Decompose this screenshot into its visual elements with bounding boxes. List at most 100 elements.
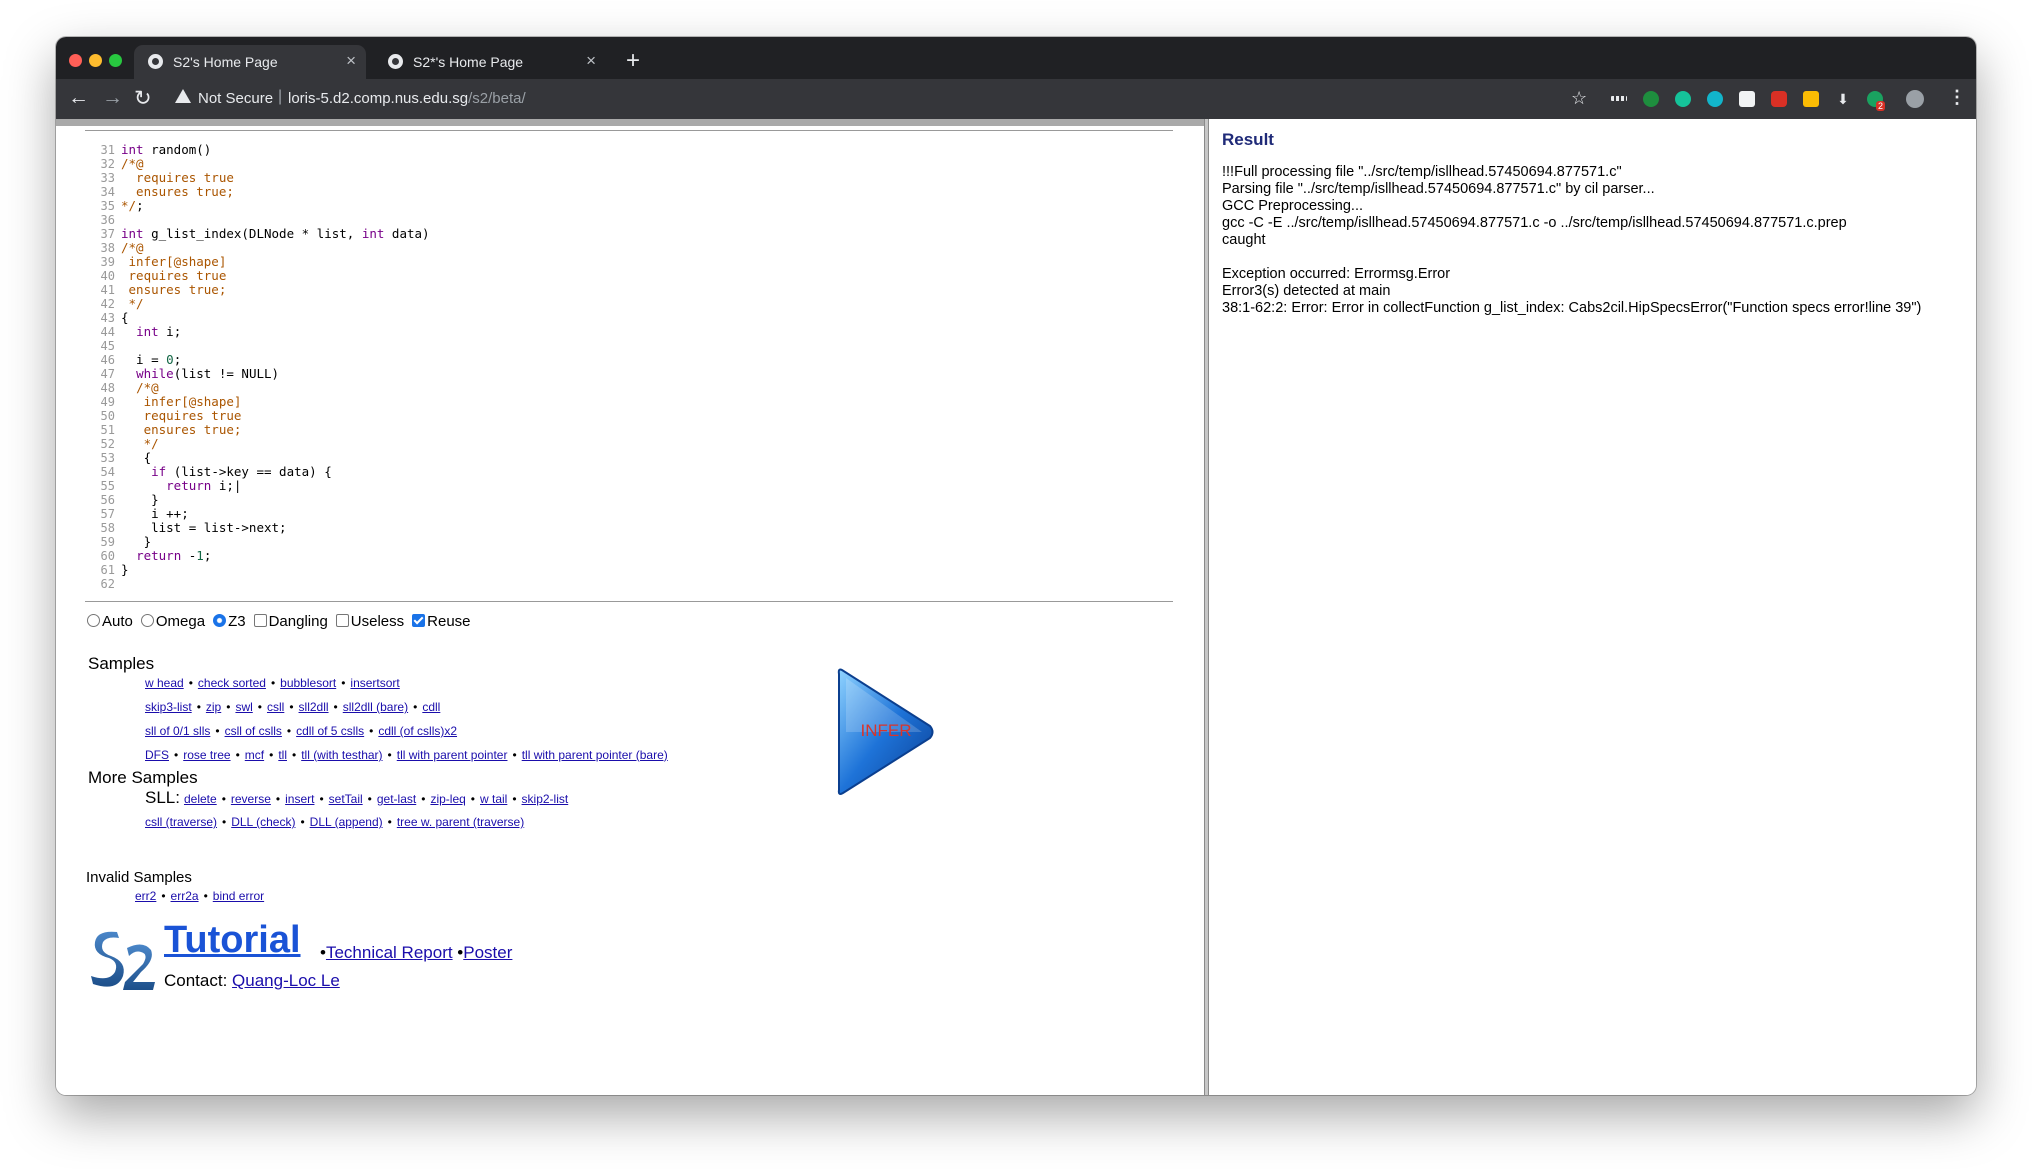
sample-link[interactable]: DLL (check) (231, 815, 295, 829)
sample-link[interactable]: insert (285, 792, 314, 806)
sample-link[interactable]: skip3-list (145, 700, 192, 714)
checkbox-useless[interactable] (335, 614, 349, 627)
sample-link[interactable]: tll with parent pointer (bare) (522, 748, 668, 762)
sample-link[interactable]: tll with parent pointer (397, 748, 508, 762)
bullet-separator: • (221, 792, 226, 806)
sample-link[interactable]: csll (traverse) (145, 815, 217, 829)
contact-name-link[interactable]: Quang-Loc Le (232, 971, 340, 990)
sample-link[interactable]: w tail (480, 792, 507, 806)
sample-link[interactable]: sll of 0/1 slls (145, 724, 210, 738)
close-window-button[interactable] (69, 54, 82, 67)
checkbox-reuse[interactable] (412, 614, 426, 627)
result-line: Parsing file "../src/temp/isllhead.57450… (1222, 181, 1655, 197)
sample-link[interactable]: sll2dll (bare) (343, 700, 408, 714)
minimize-window-button[interactable] (89, 54, 102, 67)
bullet-separator: • (226, 700, 231, 714)
green-leaf-icon[interactable] (1643, 91, 1659, 107)
sample-link[interactable]: cdll (of cslls)x2 (378, 724, 457, 738)
new-tab-icon[interactable]: + (626, 49, 640, 73)
sample-link[interactable]: tll (278, 748, 287, 762)
sample-link[interactable]: w head (145, 676, 184, 690)
radio-z3[interactable] (213, 614, 227, 627)
sample-link[interactable]: DFS (145, 748, 169, 762)
checkbox-dangling[interactable] (253, 614, 267, 627)
sample-link[interactable]: cdll (422, 700, 440, 714)
m-icon[interactable] (1707, 91, 1723, 107)
sample-link[interactable]: csll (267, 700, 284, 714)
sample-link[interactable]: zip (206, 700, 221, 714)
sample-link[interactable]: get-last (377, 792, 416, 806)
sample-link[interactable]: rose tree (183, 748, 230, 762)
option-dangling[interactable]: Dangling (253, 613, 328, 630)
sample-link[interactable]: reverse (231, 792, 271, 806)
samples-row-2: skip3-list • zip • swl • csll • sll2dll • sll2dll … (145, 700, 440, 714)
sll-label: SLL: (145, 788, 180, 807)
line-number: 61 (100, 563, 115, 577)
sample-link[interactable]: err2a (171, 889, 199, 903)
sample-link[interactable]: bubblesort (280, 676, 336, 690)
download-icon[interactable]: ⬇ (1835, 91, 1851, 107)
tutorial-link[interactable]: Tutorial (164, 919, 301, 962)
sample-link[interactable]: tll (with testhar) (301, 748, 382, 762)
grammarly-icon[interactable] (1675, 91, 1691, 107)
reload-icon[interactable]: ↻ (134, 86, 152, 111)
option-reuse[interactable]: Reuse (412, 613, 471, 630)
code-editor[interactable]: 31 32 33 34 35 36 37 38 39 40 41 42 43 44 45 46 47 48 49 50… (85, 130, 1173, 602)
samples-row-4: DFS • rose tree • mcf • tll • tll (with testhar)… (145, 748, 668, 762)
option-auto-label: Auto (102, 613, 133, 630)
sample-link[interactable]: bind error (213, 889, 264, 903)
infer-button[interactable]: INFER (836, 666, 936, 798)
close-tab-icon[interactable]: × (346, 51, 356, 71)
radio-omega[interactable] (140, 614, 154, 627)
bullet-separator: • (341, 676, 346, 690)
maximize-window-button[interactable] (109, 54, 122, 67)
sample-link[interactable]: delete (184, 792, 217, 806)
shield-icon[interactable] (1771, 91, 1787, 107)
sample-link[interactable]: skip2-list (522, 792, 569, 806)
poster-link[interactable]: Poster (463, 943, 512, 962)
option-omega-label: Omega (155, 613, 206, 630)
option-auto[interactable]: Auto (87, 613, 133, 630)
forward-icon[interactable]: → (102, 86, 123, 110)
sample-link[interactable]: zip-leq (430, 792, 465, 806)
line-number: 38 (100, 241, 115, 255)
dots-icon[interactable] (1611, 96, 1627, 101)
code-text[interactable]: int random() /*@ requires true ensures t… (121, 143, 430, 577)
bookmark-star-icon[interactable]: ☆ (1571, 88, 1587, 109)
menu-kebab-icon[interactable]: ⋮ (1948, 87, 1966, 108)
sample-link[interactable]: cdll of 5 cslls (296, 724, 364, 738)
sample-link[interactable]: mcf (245, 748, 264, 762)
line-number: 50 (100, 409, 115, 423)
bullet-separator: • (413, 700, 418, 714)
contact-line: Contact: Quang-Loc Le (164, 971, 340, 991)
option-z3[interactable]: Z3 (213, 613, 246, 630)
tab-s2-star-home[interactable]: S2*'s Home Page × (374, 45, 606, 79)
sample-link[interactable]: csll of cslls (225, 724, 282, 738)
back-icon[interactable]: ← (68, 86, 89, 110)
security-label[interactable]: Not Secure (198, 90, 273, 107)
option-useless[interactable]: Useless (335, 613, 404, 630)
line-number: 46 (100, 353, 115, 367)
sample-link[interactable]: err2 (135, 889, 156, 903)
sample-link[interactable]: tree w. parent (traverse) (397, 815, 524, 829)
avatar[interactable] (1906, 90, 1924, 108)
s2-logo (91, 931, 155, 990)
line-number: 42 (100, 297, 115, 311)
radio-auto[interactable] (87, 614, 100, 627)
technical-report-link[interactable]: Technical Report (326, 943, 453, 962)
result-title: Result (1222, 130, 1274, 149)
sample-link[interactable]: swl (235, 700, 252, 714)
sample-link[interactable]: insertsort (350, 676, 399, 690)
address-bar[interactable]: loris-5.d2.comp.nus.edu.sg/s2/beta/ (288, 90, 526, 107)
sample-link[interactable]: DLL (append) (310, 815, 383, 829)
warning-icon (175, 89, 191, 103)
tab-s2-home[interactable]: S2's Home Page × (134, 45, 366, 79)
note-icon[interactable] (1803, 91, 1819, 107)
sample-link[interactable]: sll2dll (299, 700, 329, 714)
close-tab-icon[interactable]: × (586, 51, 596, 71)
contact-label: Contact: (164, 971, 228, 990)
option-omega[interactable]: Omega (140, 613, 206, 630)
sample-link[interactable]: setTail (329, 792, 363, 806)
image-icon[interactable] (1739, 91, 1755, 107)
sample-link[interactable]: check sorted (198, 676, 266, 690)
